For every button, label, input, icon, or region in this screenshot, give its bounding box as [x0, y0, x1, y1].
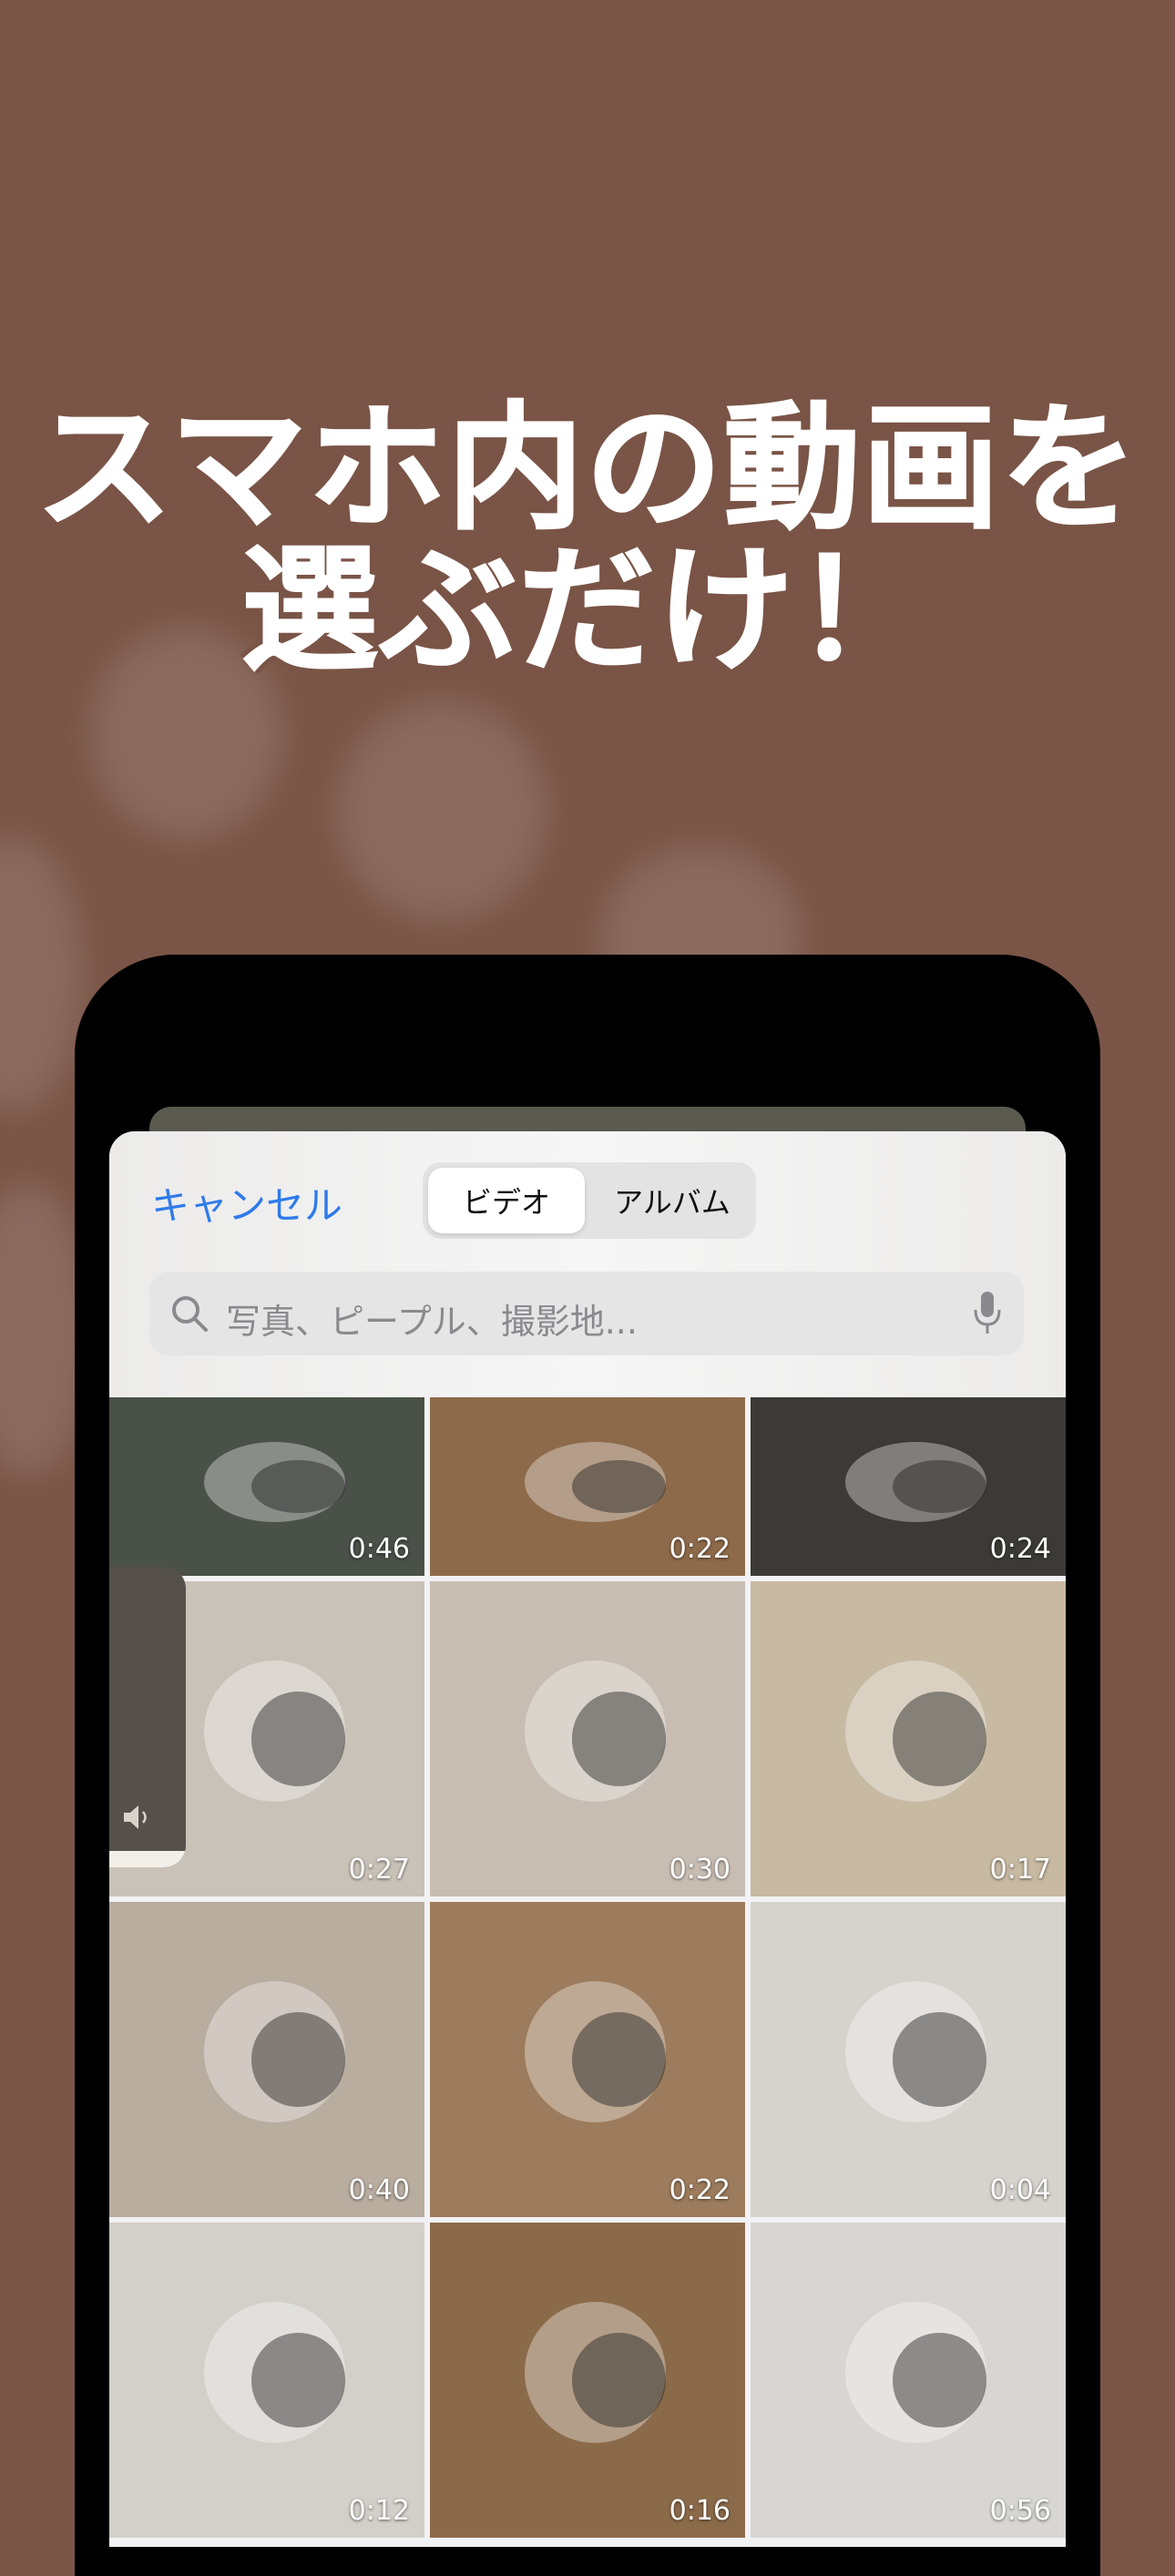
video-duration: 0:16: [669, 2495, 731, 2527]
video-duration: 0:17: [989, 1854, 1051, 1886]
video-thumbnail[interactable]: 0:46: [109, 1397, 424, 1576]
video-duration: 0:27: [348, 1854, 410, 1886]
video-duration: 0:22: [669, 2174, 731, 2206]
thumbnail-shape: [250, 1692, 346, 1786]
volume-level: [109, 1851, 186, 1867]
thumbnail-shape: [571, 2333, 667, 2428]
video-duration: 0:04: [989, 2174, 1051, 2206]
promo-headline: スマホ内の動画を 選ぶだけ！: [0, 390, 1175, 690]
microphone-icon[interactable]: [971, 1290, 1004, 1337]
headline-line-1: スマホ内の動画を: [35, 390, 1139, 548]
segmented-control: ビデオ アルバム: [423, 1162, 756, 1239]
video-duration: 0:24: [989, 1533, 1051, 1565]
search-placeholder: 写真、ピープル、撮影地...: [226, 1302, 638, 1342]
video-duration: 0:22: [669, 1533, 731, 1565]
thumbnail-shape: [250, 2333, 346, 2428]
video-thumbnail[interactable]: 0:56: [751, 2223, 1066, 2538]
video-duration: 0:46: [348, 1533, 410, 1565]
thumbnail-shape: [571, 1692, 667, 1786]
segment-album[interactable]: アルバム: [594, 1168, 751, 1233]
video-duration: 0:12: [348, 2495, 410, 2527]
thumbnail-shape: [892, 2012, 987, 2107]
cancel-button[interactable]: キャンセル: [151, 1175, 342, 1231]
video-thumbnail[interactable]: 0:16: [430, 2223, 745, 2538]
video-thumbnail[interactable]: 0:22: [430, 1902, 745, 2217]
paw-blob: [0, 838, 82, 1111]
search-icon: [172, 1296, 208, 1332]
video-duration: 0:30: [669, 1854, 731, 1886]
thumbnail-shape: [892, 1692, 987, 1786]
picker-header: キャンセル ビデオ アルバム 写真、ピープル、撮影地...: [109, 1131, 1066, 1395]
video-thumbnail[interactable]: 0:40: [109, 1902, 424, 2217]
video-thumbnail[interactable]: 0:22: [430, 1397, 745, 1576]
speaker-icon: [124, 1805, 147, 1829]
video-grid: 0:46 0:22 0:24 0:27 0:30 0:17 0:40 0:22 0:04 0:12…: [109, 1397, 1066, 2538]
video-thumbnail[interactable]: 0:24: [751, 1397, 1066, 1576]
segment-video[interactable]: ビデオ: [428, 1168, 585, 1233]
thumbnail-shape: [571, 2012, 667, 2107]
paw-blob: [337, 701, 547, 920]
video-thumbnail[interactable]: 0:12: [109, 2223, 424, 2538]
search-bar[interactable]: 写真、ピープル、撮影地...: [149, 1272, 1024, 1355]
video-thumbnail[interactable]: 0:04: [751, 1902, 1066, 2217]
video-duration: 0:56: [989, 2495, 1051, 2527]
thumbnail-shape: [892, 2333, 987, 2428]
video-duration: 0:40: [348, 2174, 410, 2206]
headline-line-2: 選ぶだけ！: [240, 532, 934, 690]
thumbnail-shape: [250, 2012, 346, 2107]
photo-picker-sheet: キャンセル ビデオ アルバム 写真、ピープル、撮影地... 0:46 0:22 0:…: [109, 1131, 1066, 2547]
volume-indicator: [109, 1567, 186, 1867]
video-thumbnail[interactable]: 0:17: [751, 1581, 1066, 1896]
video-thumbnail[interactable]: 0:30: [430, 1581, 745, 1896]
